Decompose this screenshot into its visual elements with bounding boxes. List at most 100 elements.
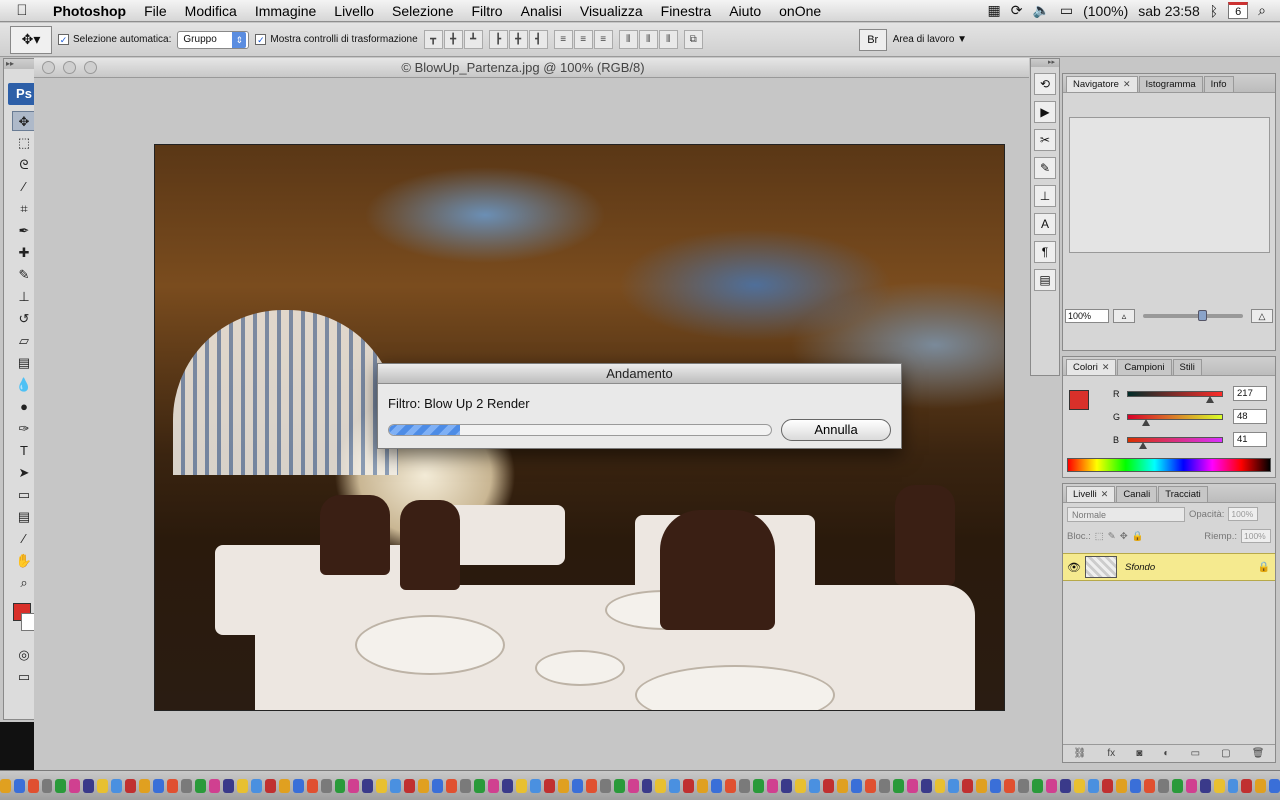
layer-row[interactable]: 👁 Sfondo 🔒 (1063, 553, 1275, 581)
dock-app-icon[interactable] (1171, 778, 1183, 793)
zoom-slider[interactable] (1143, 310, 1243, 321)
zoom-window-button[interactable] (84, 61, 97, 74)
apple-menu-icon[interactable]:  (0, 2, 44, 19)
navigator-preview[interactable] (1069, 117, 1270, 253)
magic-wand-tool-icon[interactable]: ⁄ (12, 177, 36, 197)
distribute-bottom-icon[interactable]: ≡ (593, 30, 613, 49)
quick-mask-icon[interactable]: ◎ (12, 645, 36, 665)
tool-presets-icon[interactable]: ✂ (1034, 129, 1056, 151)
dock-app-icon[interactable] (362, 778, 374, 793)
character-panel-icon[interactable]: A (1034, 213, 1056, 235)
dock-app-icon[interactable] (167, 778, 179, 793)
auto-select-checkbox[interactable]: ✓ Selezione automatica: (58, 34, 171, 45)
dodge-tool-icon[interactable]: ● (12, 397, 36, 417)
paragraph-panel-icon[interactable]: ¶ (1034, 241, 1056, 263)
opacity-field[interactable]: 100% (1228, 507, 1259, 521)
align-left-icon[interactable]: ┣ (488, 30, 508, 49)
actions-panel-icon[interactable]: ▶ (1034, 101, 1056, 123)
marquee-tool-icon[interactable]: ⬚ (12, 133, 36, 153)
menu-modifica[interactable]: Modifica (176, 3, 246, 19)
dock-app-icon[interactable] (753, 778, 765, 793)
menu-app[interactable]: Photoshop (44, 3, 135, 19)
dock-app-icon[interactable] (418, 778, 430, 793)
dock-app-icon[interactable] (627, 778, 639, 793)
slider-triangle[interactable] (1142, 418, 1151, 426)
dock-app-icon[interactable] (767, 778, 779, 793)
close-tab-icon[interactable]: ✕ (1123, 79, 1131, 89)
dock-app-icon[interactable] (236, 778, 248, 793)
dock-app-icon[interactable] (1088, 778, 1099, 793)
dock-app-icon[interactable] (1004, 778, 1016, 793)
dock-app-icon[interactable] (488, 778, 499, 793)
dock-app-icon[interactable] (976, 778, 988, 793)
dock-app-icon[interactable] (515, 778, 527, 793)
adjustment-layer-icon[interactable]: ◐ (1163, 748, 1169, 759)
eyedropper-tool-icon[interactable]: ✒ (12, 221, 36, 241)
menu-filtro[interactable]: Filtro (462, 3, 511, 19)
lasso-tool-icon[interactable]: ᘓ (12, 155, 36, 175)
pen-tool-icon[interactable]: ✑ (12, 419, 36, 439)
rectangle-tool-icon[interactable]: ▭ (12, 485, 36, 505)
dock-app-icon[interactable] (306, 778, 318, 793)
align-top-icon[interactable]: ┳ (423, 30, 443, 49)
dock-app-icon[interactable] (181, 778, 192, 793)
brushes-panel-icon[interactable]: ✎ (1034, 157, 1056, 179)
dock-app-icon[interactable] (739, 778, 751, 793)
menu-visualizza[interactable]: Visualizza (571, 3, 652, 19)
dock-app-icon[interactable] (1241, 778, 1253, 793)
dock-app-icon[interactable] (669, 778, 681, 793)
auto-align-layers-icon[interactable]: ⧉ (683, 30, 703, 49)
channel-value-field[interactable]: 217 (1233, 386, 1267, 401)
color-spectrum-bar[interactable] (1067, 458, 1271, 472)
zoom-field[interactable]: 100% (1065, 309, 1109, 323)
bluetooth-icon[interactable]: ᛒ (1210, 3, 1218, 19)
zoom-tool-icon[interactable]: ⌕ (12, 573, 36, 593)
menu-onone[interactable]: onOne (770, 3, 830, 19)
dock-app-icon[interactable] (781, 778, 792, 793)
visibility-eye-icon[interactable]: 👁 (1063, 561, 1085, 574)
dock-app-icon[interactable] (195, 778, 206, 793)
time-machine-icon[interactable]: ⟳ (1011, 2, 1023, 19)
auto-select-dropdown[interactable]: Gruppo (177, 30, 250, 49)
zoom-in-icon[interactable]: △ (1251, 309, 1273, 323)
close-tab-icon[interactable]: ✕ (1101, 489, 1109, 499)
dock-app-icon[interactable] (27, 778, 39, 793)
menu-immagine[interactable]: Immagine (246, 3, 325, 19)
delete-layer-icon[interactable]: 🗑 (1252, 748, 1265, 759)
dock-app-icon[interactable] (641, 778, 653, 793)
dock-app-icon[interactable] (55, 778, 67, 793)
distribute-left-icon[interactable]: ⦀ (618, 30, 638, 49)
dock-app-icon[interactable] (794, 778, 806, 793)
dock-app-icon[interactable] (906, 778, 918, 793)
dock-app-icon[interactable] (1032, 778, 1044, 793)
gradient-tool-icon[interactable]: ▤ (12, 353, 36, 373)
dock-app-icon[interactable] (250, 778, 262, 793)
battery-icon[interactable]: ▭ (1060, 2, 1073, 19)
dock-app-icon[interactable] (41, 778, 53, 793)
dock-app-icon[interactable] (404, 778, 416, 793)
spotlight-search-icon[interactable]: ⌕ (1258, 2, 1266, 19)
layer-mask-icon[interactable]: ◙ (1136, 748, 1142, 759)
dock-app-icon[interactable] (934, 778, 946, 793)
distribute-vcenter-icon[interactable]: ≡ (573, 30, 593, 49)
eyedropper-sample-tool-icon[interactable]: ⁄ (12, 529, 36, 549)
dock-app-icon[interactable] (948, 778, 960, 793)
new-group-icon[interactable]: ▭ (1191, 748, 1200, 759)
menu-file[interactable]: File (135, 3, 176, 19)
move-tool-icon[interactable]: ✥ (12, 111, 36, 131)
menu-aiuto[interactable]: Aiuto (720, 3, 770, 19)
layer-comps-icon[interactable]: ▤ (1034, 269, 1056, 291)
dock-app-icon[interactable] (599, 778, 611, 793)
close-window-button[interactable] (42, 61, 55, 74)
menu-analisi[interactable]: Analisi (512, 3, 571, 19)
panel-foreground-swatch[interactable] (1069, 390, 1089, 410)
dock-app-icon[interactable] (13, 778, 25, 793)
workspace-menu[interactable]: Area di lavoro ▼ (893, 34, 967, 45)
history-brush-tool-icon[interactable]: ↺ (12, 309, 36, 329)
dock-app-icon[interactable] (1101, 778, 1113, 793)
dock-app-icon[interactable] (278, 778, 290, 793)
menu-clock[interactable]: sab 23:58 (1138, 3, 1200, 19)
lock-position-icon[interactable]: ✥ (1120, 531, 1128, 542)
align-vcenter-icon[interactable]: ╋ (443, 30, 463, 49)
dock-app-icon[interactable] (1060, 778, 1072, 793)
